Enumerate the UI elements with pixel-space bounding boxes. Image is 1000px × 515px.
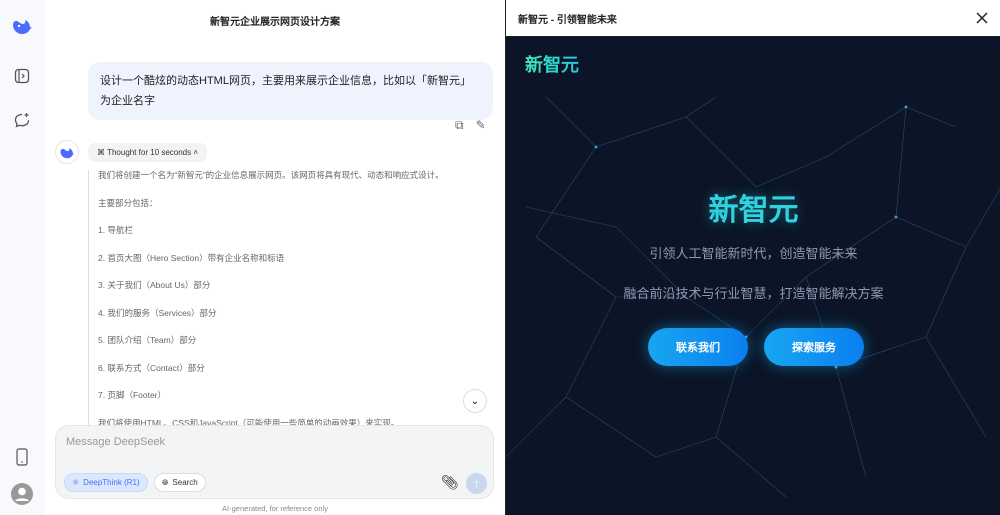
deepseek-logo-icon[interactable]	[10, 14, 34, 38]
search-toggle[interactable]: 🌐︎ Search	[154, 473, 206, 492]
message-input[interactable]: Message DeepSeek ⚛ DeepThink (R1) 🌐︎ Searc…	[55, 425, 494, 499]
atom-icon: ⚛	[72, 478, 80, 487]
attach-icon[interactable]: 📎︎	[441, 474, 459, 491]
thought-icon: ⌘	[97, 148, 105, 157]
chevron-down-icon: ⌄	[470, 395, 480, 407]
user-avatar[interactable]	[10, 482, 34, 506]
close-icon[interactable]	[976, 12, 988, 24]
preview-panel: 新智元 - 引领智能未来 新智元 新智元 引领人工智能新时代，创造智能未来 融合…	[505, 0, 1000, 515]
hero-subtitle: 引领人工智能新时代，创造智能未来	[649, 246, 858, 261]
sidebar	[0, 0, 45, 515]
send-button[interactable]: ↑	[466, 473, 487, 494]
thinking-line: 1. 导航栏	[98, 225, 133, 235]
preview-canvas: 新智元 新智元 引领人工智能新时代，创造智能未来 融合前沿技术与行业智慧，打造智…	[506, 37, 1000, 515]
chat-panel: 新智元企业展示网页设计方案 设计一个酷炫的动态HTML网页，主要用来展示企业信息…	[45, 0, 505, 515]
thinking-content: 我们将创建一个名为“新智元”的企业信息展示网页。该网页将具有现代、动态和响应式设…	[88, 170, 493, 445]
disclaimer: AI-generated, for reference only	[222, 504, 328, 513]
thinking-line: 5. 团队介绍（Team）部分	[98, 335, 197, 345]
hero-description: 融合前沿技术与行业智慧，打造智能解决方案	[623, 286, 884, 301]
chat-title: 新智元企业展示网页设计方案	[210, 17, 340, 28]
new-chat-icon[interactable]	[10, 108, 34, 132]
thinking-line: 主要部分包括：	[98, 197, 158, 208]
site-logo[interactable]: 新智元	[525, 51, 579, 77]
assistant-avatar	[55, 140, 79, 164]
thinking-line: 2. 首页大图（Hero Section）带有企业名称和标语	[98, 252, 285, 263]
thinking-line: 7. 页脚（Footer）	[98, 390, 167, 400]
globe-icon: 🌐︎	[162, 477, 169, 487]
explore-services-button[interactable]: 探索服务	[764, 328, 864, 366]
thought-toggle[interactable]: ⌘ Thought for 10 seconds ˄	[88, 143, 208, 162]
arrow-up-icon: ↑	[473, 477, 480, 490]
preview-title: 新智元 - 引领智能未来	[518, 14, 617, 26]
toggle-sidebar-icon[interactable]	[10, 64, 34, 88]
thinking-line: 我们将创建一个名为“新智元”的企业信息展示网页。该网页将具有现代、动态和响应式设…	[98, 170, 444, 180]
search-label: Search	[172, 478, 198, 487]
edit-icon[interactable]: ✎	[476, 118, 486, 133]
network-background	[506, 96, 1000, 498]
copy-icon[interactable]: ⧉	[455, 118, 464, 133]
thought-label: Thought for 10 seconds	[107, 148, 192, 157]
thinking-line: 3. 关于我们（About Us）部分	[98, 280, 211, 290]
scroll-down-button[interactable]: ⌄	[463, 389, 487, 413]
thinking-line: 4. 我们的服务（Services）部分	[98, 307, 217, 318]
deepthink-toggle[interactable]: ⚛ DeepThink (R1)	[64, 473, 148, 492]
input-placeholder: Message DeepSeek	[66, 436, 166, 448]
hero-title: 新智元	[708, 194, 799, 227]
mobile-app-icon[interactable]	[10, 445, 34, 469]
contact-us-button[interactable]: 联系我们	[648, 328, 748, 366]
chevron-up-icon: ˄	[193, 148, 199, 157]
user-message: 设计一个酷炫的动态HTML网页，主要用来展示企业信息，比如以「新智元」为企业名字	[88, 62, 493, 120]
deepthink-label: DeepThink (R1)	[83, 478, 140, 487]
thinking-line: 6. 联系方式（Contact）部分	[98, 362, 205, 373]
